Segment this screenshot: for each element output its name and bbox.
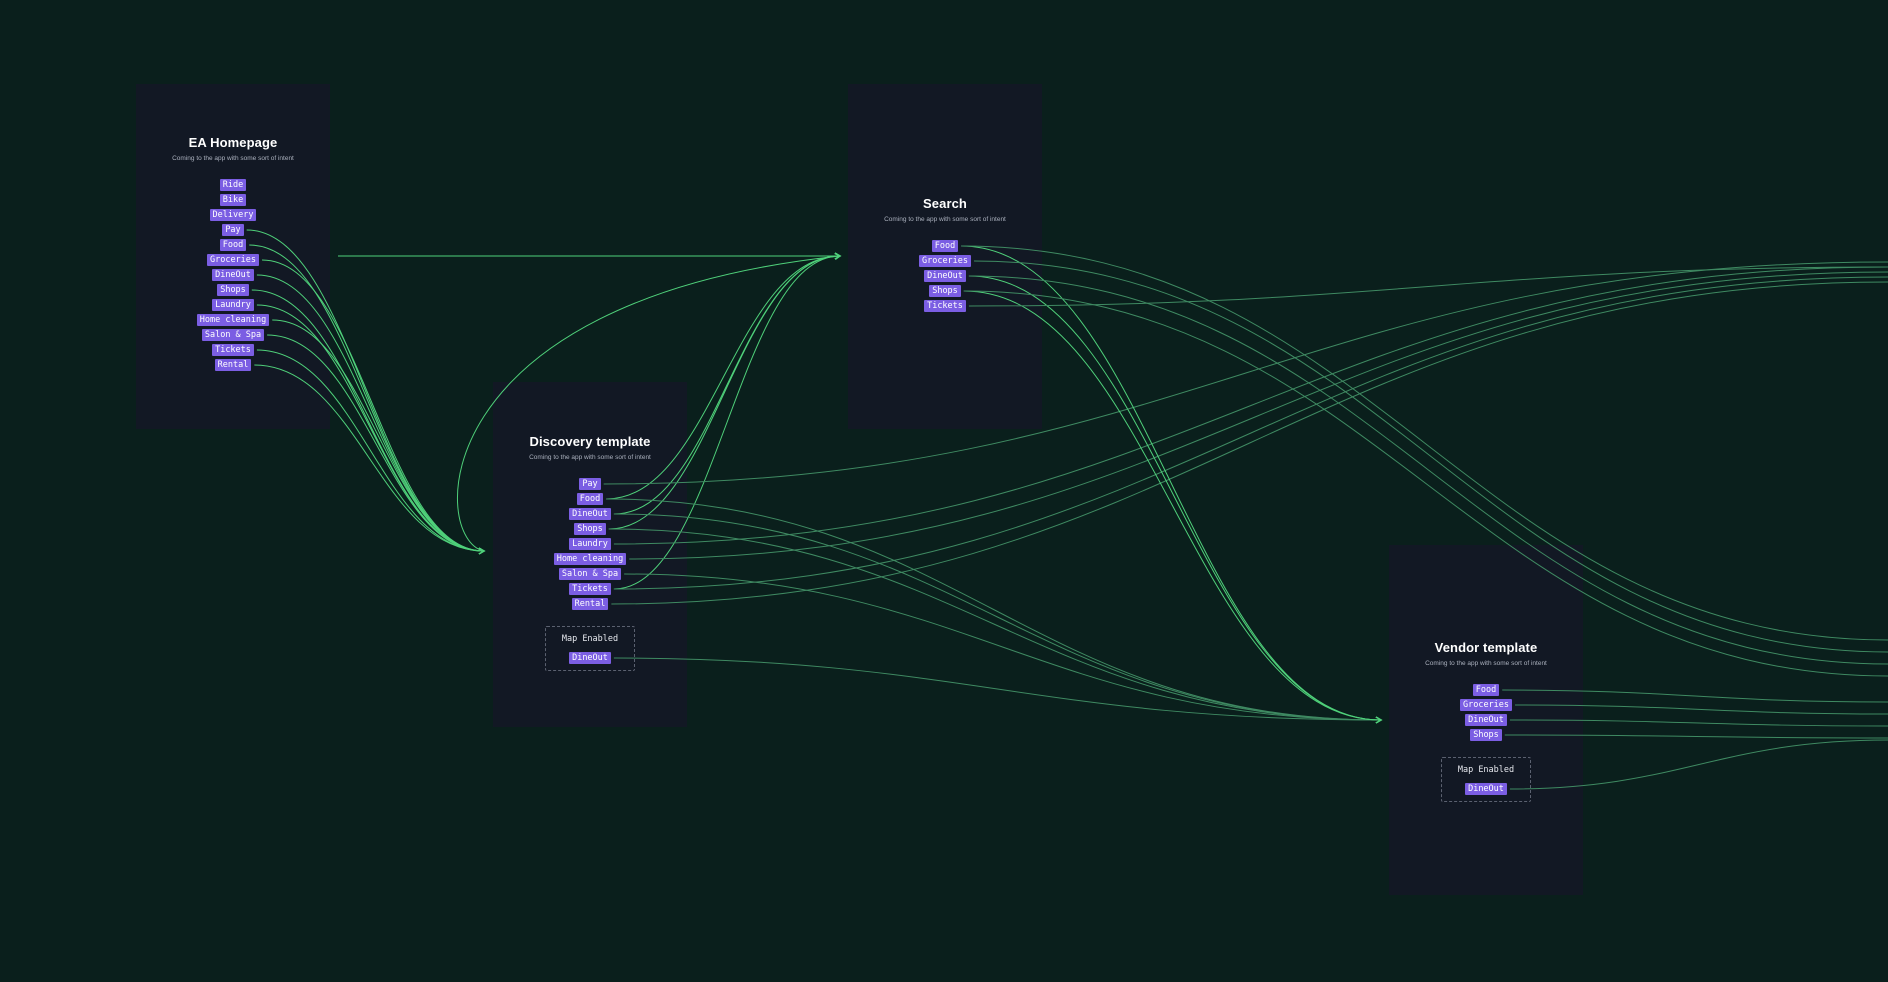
chip-shops[interactable]: Shops (574, 523, 606, 535)
connector-discovery-offscreen (613, 276, 1888, 590)
chip-shops[interactable]: Shops (929, 285, 961, 297)
chip-salon-spa[interactable]: Salon & Spa (558, 568, 622, 580)
card-title: Vendor template (1434, 640, 1538, 655)
card-vendor-template[interactable]: Vendor template Coming to the app with s… (1389, 545, 1583, 895)
connector-discovery-map-to-vendor (613, 657, 1383, 724)
connector-discovery-offscreen (629, 271, 1888, 560)
chip-home-cleaning[interactable]: Home cleaning (196, 314, 270, 326)
chip-food[interactable]: Food (931, 240, 959, 252)
map-enabled-label: Map Enabled (561, 634, 619, 644)
chip-map-dineout[interactable]: DineOut (569, 652, 611, 664)
card-subtitle: Coming to the app with some sort of inte… (529, 454, 651, 461)
connector-discovery-to-vendor (606, 498, 1383, 724)
card-search[interactable]: Search Coming to the app with some sort … (848, 84, 1042, 429)
chip-list: Pay Food DineOut Shops Laundry Home clea… (553, 478, 627, 613)
chip-rental[interactable]: Rental (214, 359, 252, 371)
card-title: Search (923, 196, 967, 211)
connector-discovery-offscreen (611, 281, 1888, 605)
chip-tickets[interactable]: Tickets (569, 583, 611, 595)
chip-tickets[interactable]: Tickets (212, 344, 254, 356)
chip-groceries[interactable]: Groceries (206, 254, 260, 266)
map-enabled-label: Map Enabled (1457, 765, 1515, 775)
chip-tickets[interactable]: Tickets (924, 300, 966, 312)
connector-search-offscreen (968, 266, 1888, 307)
card-title: EA Homepage (188, 135, 278, 150)
card-subtitle: Coming to the app with some sort of inte… (884, 216, 1006, 223)
chip-food[interactable]: Food (1472, 684, 1500, 696)
chip-ride[interactable]: Ride (219, 179, 247, 191)
chip-food[interactable]: Food (219, 239, 247, 251)
chip-list: Food Groceries DineOut Shops Tickets (918, 240, 972, 315)
connector-discovery-to-vendor (624, 573, 1383, 724)
chip-groceries[interactable]: Groceries (918, 255, 972, 267)
chip-dineout[interactable]: DineOut (924, 270, 966, 282)
chip-salon-spa[interactable]: Salon & Spa (201, 329, 265, 341)
chip-groceries[interactable]: Groceries (1459, 699, 1513, 711)
map-enabled-group: Map Enabled DineOut (545, 626, 635, 671)
chip-laundry[interactable]: Laundry (569, 538, 611, 550)
map-enabled-group: Map Enabled DineOut (1441, 757, 1531, 802)
chip-list: Food Groceries DineOut Shops (1459, 684, 1513, 744)
chip-map-dineout[interactable]: DineOut (1465, 783, 1507, 795)
card-subtitle: Coming to the app with some sort of inte… (172, 155, 294, 162)
chip-shops[interactable]: Shops (217, 284, 249, 296)
flow-canvas: EA Homepage Coming to the app with some … (0, 0, 1888, 982)
connector-discovery-to-vendor (613, 513, 1383, 724)
chip-rental[interactable]: Rental (571, 598, 609, 610)
chip-laundry[interactable]: Laundry (212, 299, 254, 311)
connector-discovery-to-vendor (608, 528, 1383, 724)
chip-dineout[interactable]: DineOut (1465, 714, 1507, 726)
card-discovery-template[interactable]: Discovery template Coming to the app wit… (493, 382, 687, 727)
chip-food[interactable]: Food (576, 493, 604, 505)
card-ea-homepage[interactable]: EA Homepage Coming to the app with some … (136, 84, 330, 429)
chip-dineout[interactable]: DineOut (569, 508, 611, 520)
chip-dineout[interactable]: DineOut (212, 269, 254, 281)
chip-shops[interactable]: Shops (1470, 729, 1502, 741)
chip-home-cleaning[interactable]: Home cleaning (553, 553, 627, 565)
chip-bike[interactable]: Bike (219, 194, 247, 206)
connector-discovery-offscreen (603, 261, 1888, 485)
connector-discovery-offscreen (613, 266, 1888, 545)
chip-delivery[interactable]: Delivery (209, 209, 257, 221)
card-subtitle: Coming to the app with some sort of inte… (1425, 660, 1547, 667)
chip-pay[interactable]: Pay (222, 224, 244, 236)
chip-pay[interactable]: Pay (579, 478, 601, 490)
chip-list: Ride Bike Delivery Pay Food Groceries Di… (196, 179, 270, 374)
card-title: Discovery template (529, 434, 651, 449)
